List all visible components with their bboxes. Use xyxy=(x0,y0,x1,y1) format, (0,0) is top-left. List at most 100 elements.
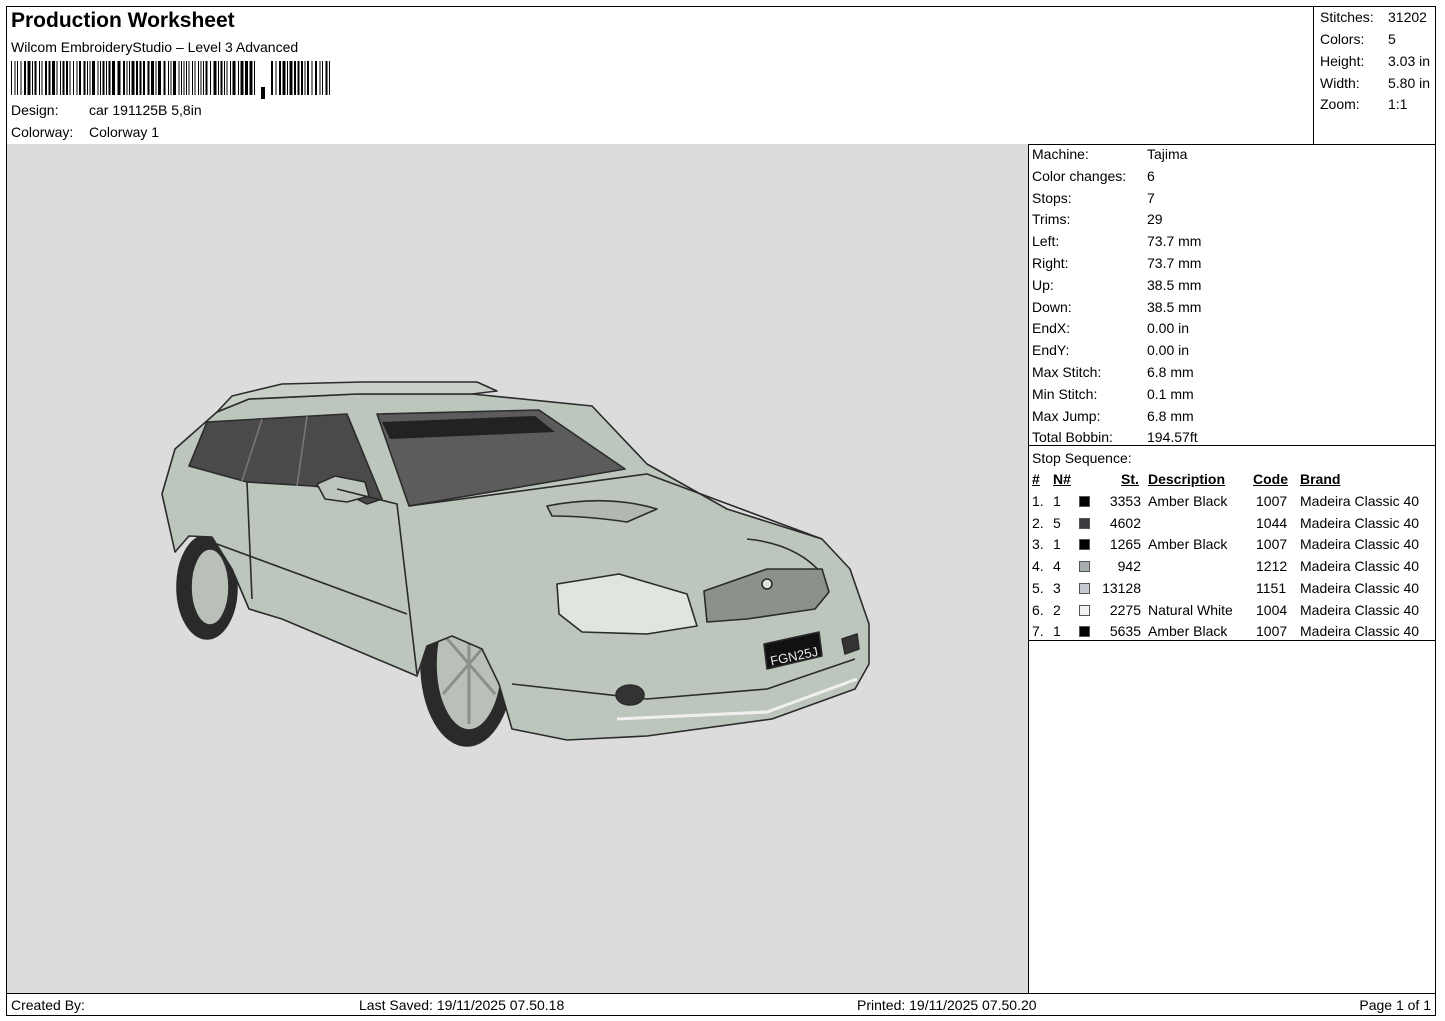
last-saved: Last Saved: 19/11/2025 07.50.18 xyxy=(359,997,565,1013)
info-value: 0.00 in xyxy=(1147,320,1190,337)
needle-number: 4 xyxy=(1053,558,1061,575)
info-label: Stops: xyxy=(1032,189,1072,206)
stitch-count: 1265 xyxy=(1109,536,1141,553)
thread-brand: Madeira Classic 40 xyxy=(1300,579,1420,596)
info-value: 29 xyxy=(1147,211,1163,228)
machine-info-row: Max Jump: 6.8 mm xyxy=(1032,408,1194,429)
machine-info-row: Right: 73.7 mm xyxy=(1032,255,1201,276)
thread-color-swatch xyxy=(1079,539,1090,551)
info-value: Tajima xyxy=(1147,146,1188,162)
thread-description: Amber Black xyxy=(1148,623,1228,640)
machine-info-row: EndY: 0.00 in xyxy=(1032,342,1189,363)
stitch-count: 942 xyxy=(1117,558,1141,575)
needle-number: 1 xyxy=(1053,493,1061,509)
stat-value: 1:1 xyxy=(1388,96,1408,112)
stat-label: Colors: xyxy=(1320,31,1365,47)
barcode xyxy=(11,61,330,99)
info-label: Right: xyxy=(1032,255,1069,271)
worksheet-title: Production Worksheet xyxy=(11,9,235,32)
col-needle-header: N# xyxy=(1053,471,1071,487)
thread-code: 1212 xyxy=(1256,558,1288,575)
info-value: 38.5 mm xyxy=(1147,276,1202,293)
needle-number: 1 xyxy=(1053,536,1061,553)
thread-brand: Madeira Classic 40 xyxy=(1300,558,1420,575)
machine-info-row: EndX: 0.00 in xyxy=(1032,320,1189,341)
stop-sequence-title: Stop Sequence: xyxy=(1032,450,1132,466)
stat-label: Height: xyxy=(1320,53,1365,69)
stat-value: 5 xyxy=(1388,31,1396,47)
stat-stitches: Stitches: 31202 xyxy=(1320,9,1427,25)
info-label: Left: xyxy=(1032,233,1060,250)
stitch-count: 2275 xyxy=(1109,601,1141,618)
stat-label: Stitches: xyxy=(1320,9,1374,25)
thread-brand: Madeira Classic 40 xyxy=(1300,493,1420,509)
colorway-label: Colorway: xyxy=(11,124,74,140)
machine-info-row: Up: 38.5 mm xyxy=(1032,277,1201,298)
sequence-number: 1. xyxy=(1032,493,1044,509)
info-label: Down: xyxy=(1032,298,1072,315)
printed-date: Printed: 19/11/2025 07.50.20 xyxy=(857,997,1037,1013)
info-label: EndX: xyxy=(1032,320,1071,337)
info-value: 6.8 mm xyxy=(1147,364,1194,380)
col-num-header: # xyxy=(1032,471,1040,487)
thread-color-swatch xyxy=(1079,496,1090,507)
info-label: Max Jump: xyxy=(1032,407,1101,424)
thread-color-swatch xyxy=(1079,604,1090,616)
info-value: 0.00 in xyxy=(1147,342,1190,359)
design-value: car 191125B 5,8in xyxy=(89,102,202,118)
software-name: Wilcom EmbroideryStudio – Level 3 Advanc… xyxy=(11,39,299,55)
thread-color-swatch xyxy=(1079,517,1090,529)
created-by: Created By: xyxy=(11,997,85,1013)
info-label: Color changes: xyxy=(1032,167,1127,184)
info-value: 38.5 mm xyxy=(1147,298,1202,315)
thread-brand: Madeira Classic 40 xyxy=(1300,623,1420,640)
info-value: 73.7 mm xyxy=(1147,233,1202,250)
stats-box: Stitches: 31202 Colors: 5 Height: 3.03 in W… xyxy=(1313,7,1436,144)
stat-value: 3.03 in xyxy=(1388,53,1431,69)
worksheet-footer: Created By: Last Saved: 19/11/2025 07.50… xyxy=(7,993,1435,1016)
machine-info-row: Trims: 29 xyxy=(1032,211,1163,232)
stat-width: Width: 5.80 in xyxy=(1320,75,1430,91)
stitch-count: 5635 xyxy=(1109,623,1141,640)
info-label: Machine: xyxy=(1032,146,1089,162)
thread-brand: Madeira Classic 40 xyxy=(1300,514,1420,531)
info-value: 194.57ft xyxy=(1147,429,1198,446)
sequence-number: 7. xyxy=(1032,623,1044,640)
info-label: Total Bobbin: xyxy=(1032,429,1113,446)
sequence-number: 2. xyxy=(1032,514,1044,531)
car-embroidery-image: FGN25J xyxy=(161,381,870,747)
stitch-count: 13128 xyxy=(1102,579,1141,596)
needle-number: 3 xyxy=(1053,579,1061,596)
machine-info-row: Stops: 7 xyxy=(1032,190,1155,211)
thread-brand: Madeira Classic 40 xyxy=(1300,601,1420,618)
machine-info-row: Machine: Tajima xyxy=(1032,146,1187,167)
machine-info-row: Total Bobbin: 194.57ft xyxy=(1032,429,1198,450)
stitch-count: 4602 xyxy=(1109,514,1141,531)
thread-color-swatch xyxy=(1079,582,1090,594)
info-value: 6.8 mm xyxy=(1147,407,1194,424)
thread-color-swatch xyxy=(1079,626,1090,638)
thread-code: 1044 xyxy=(1256,514,1288,531)
machine-info-row: Down: 38.5 mm xyxy=(1032,299,1201,320)
page-number: Page 1 of 1 xyxy=(1359,997,1431,1013)
info-value: 0.1 mm xyxy=(1147,385,1194,402)
thread-code: 1007 xyxy=(1256,536,1288,553)
stat-label: Width: xyxy=(1320,75,1360,91)
rear-rim xyxy=(190,548,230,626)
thread-description: Natural White xyxy=(1148,601,1233,618)
badge-icon xyxy=(761,578,773,590)
col-description-header: Description xyxy=(1148,471,1226,487)
stat-colors: Colors: 5 xyxy=(1320,31,1396,47)
design-row: Design: car 191125B 5,8in xyxy=(11,102,202,118)
info-label: Up: xyxy=(1032,276,1054,293)
info-value: 7 xyxy=(1147,189,1155,206)
machine-info-row: Left: 73.7 mm xyxy=(1032,233,1201,254)
thread-description: Amber Black xyxy=(1148,493,1228,509)
info-label: Trims: xyxy=(1032,211,1071,228)
sequence-number: 3. xyxy=(1032,536,1044,553)
thread-color-swatch xyxy=(1079,561,1090,573)
info-label: EndY: xyxy=(1032,342,1070,359)
stat-value: 5.80 in xyxy=(1388,75,1431,91)
colorway-value: Colorway 1 xyxy=(89,124,160,140)
sequence-number: 4. xyxy=(1032,558,1044,575)
